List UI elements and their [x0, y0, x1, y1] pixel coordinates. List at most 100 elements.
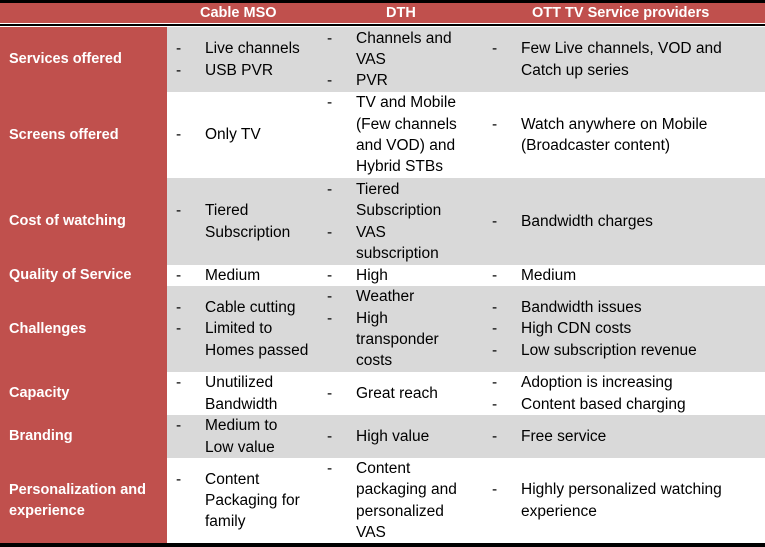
bullet-item: - Live channels [167, 38, 317, 59]
bullet-text-line: Low subscription revenue [521, 341, 697, 359]
cell-dth: - Content packaging and personalized VAS [317, 458, 482, 543]
table-header-row: Cable MSO DTH OTT TV Service providers [0, 3, 765, 23]
bullet-text-line: Packaging for [205, 491, 300, 509]
cell-dth: - High [317, 265, 482, 286]
cell-cable-mso: - Content Packaging for family [167, 458, 317, 543]
bullet-item: - VAS subscription [317, 222, 482, 265]
column-header-ott: OTT TV Service providers [532, 5, 710, 21]
bullet-text-line: Subscription [356, 202, 442, 220]
row-label: Services offered [0, 27, 167, 92]
row-label-line: Challenges [9, 320, 87, 337]
bullet-item: - PVR [317, 70, 482, 91]
bullet-text-line: Tiered [356, 180, 400, 198]
bullet-item: - Medium [482, 265, 765, 286]
bullet-text-line: transponder [356, 331, 439, 348]
row-label-text: Challenges [9, 319, 86, 340]
bullet-dash-icon: - [327, 427, 333, 445]
bullet-dash-icon: - [176, 299, 182, 317]
bullet-dash-icon: - [492, 481, 498, 499]
bullet-item: - Low subscription revenue [482, 340, 765, 361]
row-label-line: Quality of Service [9, 267, 132, 283]
cell-ott: - Watch anywhere on Mobile (Broadcaster co… [482, 92, 765, 178]
cell-cable-mso: - Medium [167, 265, 317, 286]
bullet-item: - High [317, 265, 482, 286]
bullet-item: - Tiered Subscription [167, 200, 317, 243]
row-label: Cost of watching [0, 178, 167, 265]
bullet-item: - High value [317, 426, 482, 447]
bullet-text-line: High [356, 309, 388, 327]
bullet-text-line: Bandwidth [205, 395, 278, 413]
bullet-item: - Tiered Subscription [317, 179, 482, 222]
bullet-item: - Content Packaging for family [167, 469, 317, 533]
bullet-text-line: USB PVR [205, 61, 274, 79]
row-label: Quality of Service [0, 265, 167, 286]
row-label-line: Screens offered [9, 126, 119, 143]
bullet-text-line: Live channels [205, 40, 300, 58]
bullet-text-line: Great reach [356, 384, 438, 402]
bullet-text-line: TV and Mobile [356, 94, 456, 112]
bullet-text-line: High [356, 266, 388, 284]
cell-dth: - TV and Mobile (Few channels and VOD) and H… [317, 92, 482, 178]
bullet-dash-icon: - [176, 266, 182, 284]
bullet-dash-icon: - [327, 459, 333, 477]
row-label-text: Branding [9, 426, 73, 447]
cell-cable-mso: - Tiered Subscription [167, 178, 317, 265]
bullet-text-line: experience [521, 502, 597, 520]
bullet-dash-icon: - [492, 427, 498, 445]
bullet-dash-icon: - [492, 374, 498, 392]
cell-ott: - Highly personalized watching experience [482, 458, 765, 543]
bullet-text-line: family [205, 513, 246, 531]
bullet-text-line: packaging and [356, 481, 457, 499]
cell-dth: - Tiered Subscription - VAS subscription [317, 178, 482, 265]
bullet-item: - Weather [317, 286, 482, 307]
row-label-line: Personalization and [9, 481, 146, 498]
header-divider [0, 24, 765, 26]
bullet-text-line: Unutilized [205, 374, 274, 392]
bullet-item: - Unutilized Bandwidth [167, 372, 317, 415]
bullet-dash-icon: - [327, 384, 333, 402]
cell-ott: - Medium [482, 265, 765, 286]
bullet-item: - Only TV [167, 124, 317, 145]
bullet-item: - High CDN costs [482, 318, 765, 339]
bullet-text-line: Watch anywhere on Mobile [521, 115, 708, 133]
bullet-dash-icon: - [492, 395, 498, 413]
bullet-item: - TV and Mobile (Few channels and VOD) and H… [317, 92, 482, 177]
cell-dth: - Great reach [317, 372, 482, 415]
row-label-text: Services offered [9, 49, 122, 70]
bullet-dash-icon: - [492, 299, 498, 317]
bullet-dash-icon: - [492, 115, 498, 133]
bullet-dash-icon: - [176, 126, 182, 144]
table-row: Screens offered - Only TV - TV and Mobile (Fe… [0, 92, 765, 178]
bullet-item: - Bandwidth issues [482, 297, 765, 318]
bullet-text-line: Catch up series [521, 61, 629, 79]
cell-ott: - Bandwidth issues - High CDN costs - Low sub… [482, 286, 765, 372]
bullet-text-line: (Broadcaster content) [521, 137, 671, 154]
bullet-dash-icon: - [176, 202, 182, 220]
bullet-dash-icon: - [176, 417, 182, 435]
bullet-text-line: Content [205, 470, 260, 488]
table-row: Personalization and experience - Content Pac… [0, 458, 765, 543]
table-row: Capacity - Unutilized Bandwidth - Great reach… [0, 372, 765, 415]
cell-cable-mso: - Cable cutting - Limited to Homes passed [167, 286, 317, 372]
row-label-text: Cost of watching [9, 211, 126, 232]
bullet-text-line: Bandwidth issues [521, 299, 642, 317]
table-row: Challenges - Cable cutting - Limited to Homes… [0, 286, 765, 372]
bullet-dash-icon: - [327, 309, 333, 327]
bullet-item: - Limited to Homes passed [167, 318, 317, 361]
bullet-item: - High transponder costs [317, 308, 482, 372]
row-label: Personalization and experience [0, 458, 167, 543]
bullet-text-line: VAS [356, 523, 386, 541]
cell-dth: - Weather - High transponder costs [317, 286, 482, 372]
cell-cable-mso: - Unutilized Bandwidth [167, 372, 317, 415]
row-label-text: Personalization and experience [9, 480, 146, 522]
bullet-dash-icon: - [492, 40, 498, 58]
table-row: Cost of watching - Tiered Subscription - Tier… [0, 178, 765, 265]
row-label-text: Capacity [9, 383, 69, 404]
bullet-dash-icon: - [327, 223, 333, 241]
bullet-dash-icon: - [327, 288, 333, 306]
bullet-dash-icon: - [176, 320, 182, 338]
row-label: Screens offered [0, 92, 167, 178]
bullet-text-line: VAS [356, 50, 386, 68]
row-label-line: Services offered [9, 51, 122, 67]
bullet-text-line: Bandwidth charges [521, 212, 653, 230]
